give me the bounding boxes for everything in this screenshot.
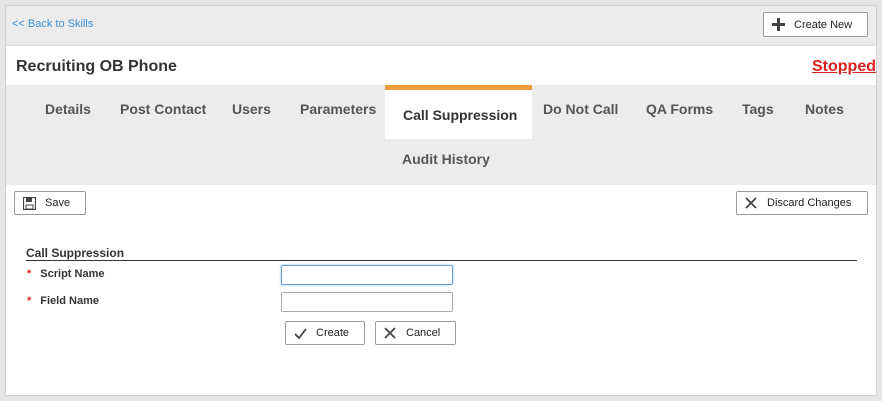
close-icon	[382, 325, 398, 341]
floppy-disk-icon	[21, 195, 37, 211]
tab-do-not-call[interactable]: Do Not Call	[543, 101, 618, 117]
back-to-skills-link[interactable]: << Back to Skills	[12, 18, 93, 30]
field-name-input[interactable]	[281, 292, 453, 312]
tab-users[interactable]: Users	[232, 101, 271, 117]
create-new-button[interactable]: Create New	[763, 12, 868, 37]
create-button[interactable]: Create	[285, 321, 365, 345]
tab-bar: Details Post Contact Users Parameters Ca…	[6, 85, 876, 185]
tab-notes[interactable]: Notes	[805, 101, 844, 117]
script-name-label: * Script Name	[27, 268, 105, 280]
title-bar: Recruiting OB Phone Stopped	[6, 47, 876, 85]
required-marker: *	[27, 268, 32, 280]
create-new-label: Create New	[794, 18, 853, 31]
skill-editor-panel: << Back to Skills Create New Recruiting …	[5, 5, 877, 396]
discard-changes-label: Discard Changes	[767, 197, 852, 209]
tab-details[interactable]: Details	[45, 101, 91, 117]
tab-audit-history[interactable]: Audit History	[402, 151, 490, 167]
tab-tags[interactable]: Tags	[742, 101, 774, 117]
section-divider	[26, 260, 857, 261]
top-toolbar: << Back to Skills Create New	[6, 6, 876, 46]
tab-call-suppression[interactable]: Call Suppression	[385, 85, 533, 139]
section-title: Call Suppression	[26, 246, 125, 260]
field-name-label: * Field Name	[27, 295, 99, 307]
status-link[interactable]: Stopped	[812, 58, 876, 76]
tab-post-contact[interactable]: Post Contact	[120, 101, 206, 117]
close-icon	[743, 195, 759, 211]
discard-changes-button[interactable]: Discard Changes	[736, 191, 868, 215]
checkmark-icon	[292, 325, 308, 341]
tab-qa-forms[interactable]: QA Forms	[646, 101, 713, 117]
plus-icon	[770, 17, 786, 33]
cancel-label: Cancel	[406, 327, 441, 339]
save-label: Save	[45, 197, 71, 209]
create-label: Create	[316, 327, 350, 339]
tab-parameters[interactable]: Parameters	[300, 101, 376, 117]
cancel-button[interactable]: Cancel	[375, 321, 456, 345]
save-button[interactable]: Save	[14, 191, 86, 215]
required-marker: *	[27, 295, 32, 307]
page-title: Recruiting OB Phone	[16, 58, 177, 75]
script-name-input[interactable]	[281, 265, 453, 285]
